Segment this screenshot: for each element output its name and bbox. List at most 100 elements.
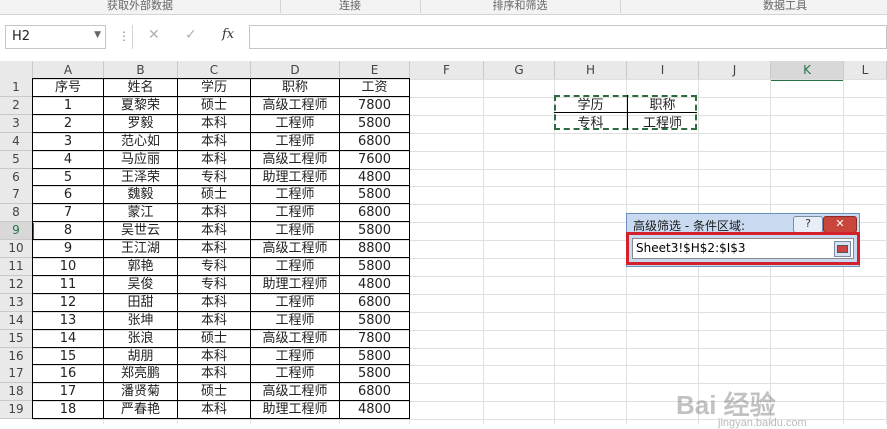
table-cell[interactable]: 工程师 [251, 294, 339, 311]
row-header-2[interactable]: 2 [0, 96, 33, 115]
table-cell[interactable]: 17 [33, 383, 103, 400]
row-header-7[interactable]: 7 [0, 186, 33, 205]
table-cell[interactable]: 蒙江 [104, 204, 177, 221]
column-header-j[interactable]: J [699, 61, 771, 80]
row-header-5[interactable]: 5 [0, 150, 33, 169]
column-header-h[interactable]: H [555, 61, 627, 80]
table-cell[interactable]: 18 [33, 401, 103, 418]
table-cell[interactable]: 助理工程师 [251, 276, 339, 293]
table-cell[interactable]: 硕士 [178, 97, 250, 114]
table-cell[interactable]: 高级工程师 [251, 151, 339, 168]
name-box[interactable]: H2 ▼ [5, 25, 106, 49]
table-cell[interactable]: 9 [33, 240, 103, 257]
chevron-down-icon[interactable]: ▼ [94, 30, 101, 40]
table-cell[interactable]: 8 [33, 222, 103, 239]
table-cell[interactable]: 4800 [340, 276, 409, 293]
table-cell[interactable]: 本科 [178, 133, 250, 150]
table-cell[interactable]: 工程师 [251, 365, 339, 382]
table-cell[interactable]: 吴世云 [104, 222, 177, 239]
table-cell[interactable]: 马应丽 [104, 151, 177, 168]
table-cell[interactable]: 魏毅 [104, 186, 177, 203]
row-header-6[interactable]: 6 [0, 168, 33, 187]
table-cell[interactable]: 4 [33, 151, 103, 168]
row-header-18[interactable]: 18 [0, 383, 33, 402]
table-cell[interactable]: 王泽荣 [104, 169, 177, 186]
table-cell[interactable]: 5800 [340, 115, 409, 132]
table-cell[interactable]: 13 [33, 312, 103, 329]
table-cell[interactable]: 15 [33, 348, 103, 365]
close-button[interactable]: ✕ [823, 216, 857, 233]
table-cell[interactable]: 工程师 [251, 222, 339, 239]
table-cell[interactable]: 田甜 [104, 294, 177, 311]
row-header-3[interactable]: 3 [0, 114, 33, 133]
table-cell[interactable]: 1 [33, 97, 103, 114]
table-cell[interactable]: 5800 [340, 222, 409, 239]
row-header-17[interactable]: 17 [0, 365, 33, 384]
table-cell[interactable]: 本科 [178, 115, 250, 132]
cancel-entry-icon[interactable]: ✕ [148, 27, 160, 43]
table-cell[interactable]: 5800 [340, 258, 409, 275]
row-header-10[interactable]: 10 [0, 240, 33, 259]
row-header-16[interactable]: 16 [0, 347, 33, 366]
table-cell[interactable]: 5800 [340, 312, 409, 329]
table-cell[interactable]: 本科 [178, 294, 250, 311]
table-cell[interactable]: 11 [33, 276, 103, 293]
table-cell[interactable]: 专科 [178, 276, 250, 293]
table-cell[interactable]: 2 [33, 115, 103, 132]
column-header-l[interactable]: L [844, 61, 887, 80]
table-cell[interactable]: 工程师 [251, 186, 339, 203]
table-cell[interactable]: 16 [33, 365, 103, 382]
table-cell[interactable]: 本科 [178, 365, 250, 382]
table-cell[interactable]: 7800 [340, 330, 409, 347]
row-header-1[interactable]: 1 [0, 79, 33, 97]
table-cell[interactable]: 14 [33, 330, 103, 347]
column-header-f[interactable]: F [410, 61, 484, 80]
table-cell[interactable]: 本科 [178, 204, 250, 221]
table-cell[interactable]: 5800 [340, 186, 409, 203]
row-header-19[interactable]: 19 [0, 401, 33, 420]
table-cell[interactable]: 硕士 [178, 330, 250, 347]
table-cell[interactable]: 工程师 [251, 348, 339, 365]
insert-function-icon[interactable]: fx [222, 27, 234, 42]
table-cell[interactable]: 工程师 [251, 204, 339, 221]
table-cell[interactable]: 本科 [178, 151, 250, 168]
table-cell[interactable]: 范心如 [104, 133, 177, 150]
table-cell[interactable]: 张浪 [104, 330, 177, 347]
formula-input[interactable] [249, 25, 887, 49]
table-cell[interactable]: 6 [33, 186, 103, 203]
table-cell[interactable]: 夏黎荣 [104, 97, 177, 114]
table-cell[interactable]: 7800 [340, 97, 409, 114]
more-options-icon[interactable]: ⋮ [118, 29, 130, 43]
table-cell[interactable]: 郭艳 [104, 258, 177, 275]
confirm-entry-icon[interactable]: ✓ [185, 27, 197, 43]
table-cell[interactable]: 潘贤菊 [104, 383, 177, 400]
table-header-cell[interactable]: 序号 [33, 79, 103, 96]
table-cell[interactable]: 王江湖 [104, 240, 177, 257]
row-header-14[interactable]: 14 [0, 311, 33, 330]
row-header-13[interactable]: 13 [0, 293, 33, 312]
row-header-4[interactable]: 4 [0, 132, 33, 151]
table-cell[interactable]: 工程师 [251, 258, 339, 275]
table-cell[interactable]: 5 [33, 169, 103, 186]
table-cell[interactable]: 4800 [340, 169, 409, 186]
table-header-cell[interactable]: 学历 [178, 79, 250, 96]
table-cell[interactable]: 高级工程师 [251, 383, 339, 400]
help-button[interactable]: ? [793, 216, 823, 233]
row-header-9[interactable]: 9 [0, 222, 34, 241]
column-header-g[interactable]: G [484, 61, 555, 80]
table-cell[interactable]: 郑亮鹏 [104, 365, 177, 382]
table-cell[interactable]: 张坤 [104, 312, 177, 329]
table-cell[interactable]: 高级工程师 [251, 97, 339, 114]
table-cell[interactable]: 助理工程师 [251, 401, 339, 418]
table-cell[interactable]: 高级工程师 [251, 240, 339, 257]
table-cell[interactable]: 6800 [340, 294, 409, 311]
row-header-8[interactable]: 8 [0, 204, 33, 223]
table-cell[interactable]: 高级工程师 [251, 330, 339, 347]
table-cell[interactable]: 8800 [340, 240, 409, 257]
table-cell[interactable]: 助理工程师 [251, 169, 339, 186]
table-cell[interactable]: 6800 [340, 204, 409, 221]
table-cell[interactable]: 硕士 [178, 383, 250, 400]
table-cell[interactable]: 12 [33, 294, 103, 311]
table-cell[interactable]: 专科 [178, 169, 250, 186]
table-cell[interactable]: 本科 [178, 348, 250, 365]
